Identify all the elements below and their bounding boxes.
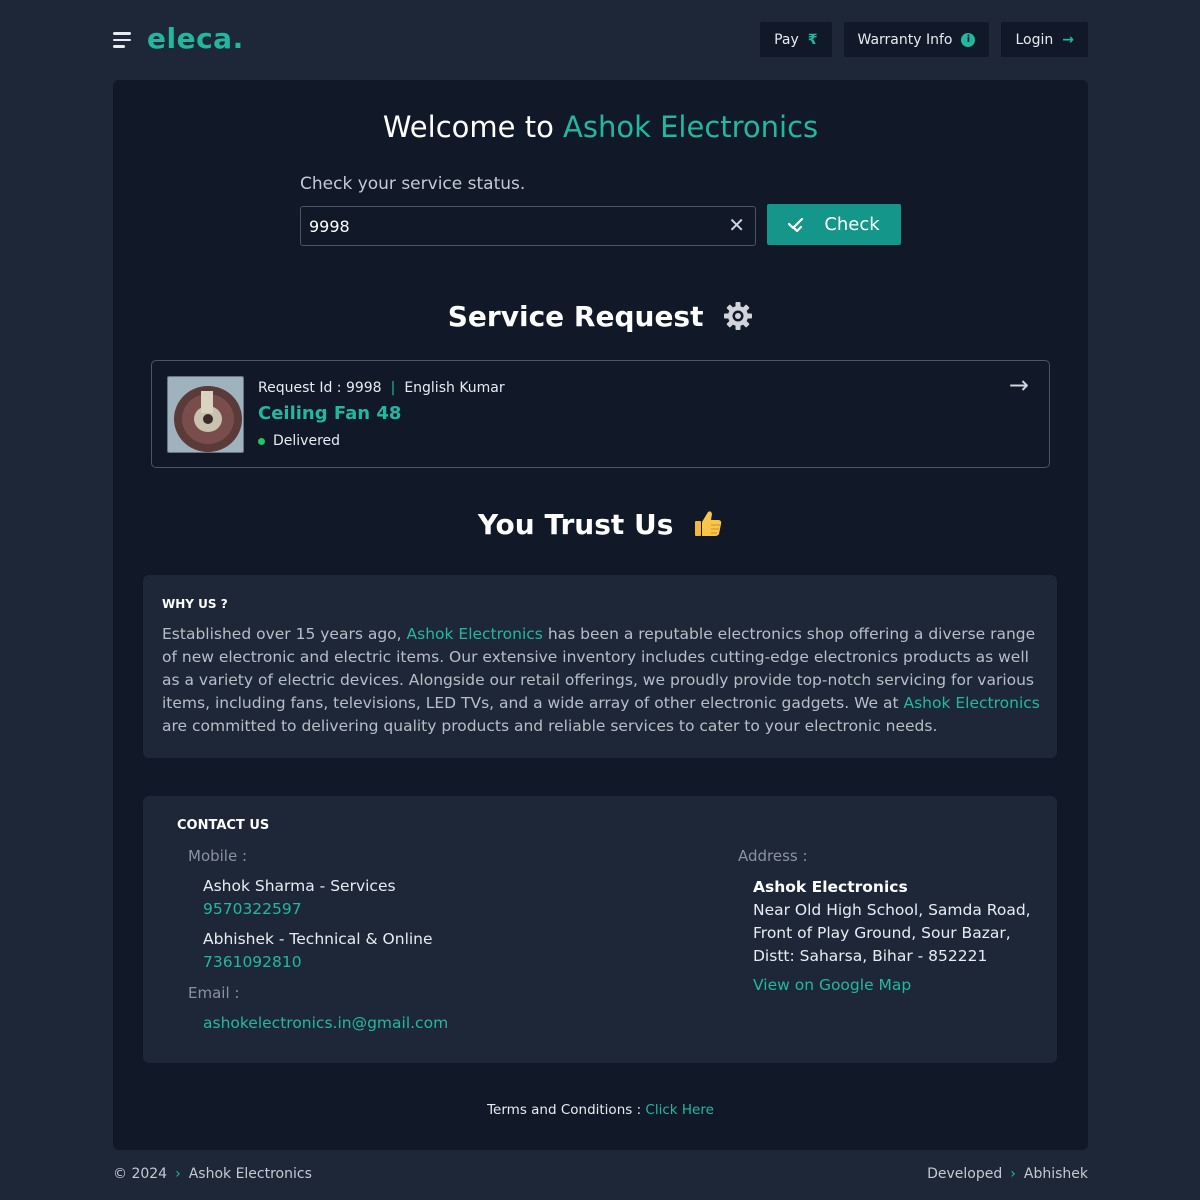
address-label: Address : [738,847,808,865]
clear-icon[interactable]: ✕ [728,215,745,235]
email-label: Email : [188,984,240,1002]
request-id: Request Id : 9998 [258,380,382,396]
request-id-field[interactable]: ✕ [300,206,756,246]
rupee-icon: ₹ [807,31,818,48]
hamburger-menu-icon[interactable] [113,32,131,48]
arrow-right-icon[interactable]: → [1009,371,1029,399]
status-dot [258,437,265,445]
mobile-label: Mobile : [188,847,248,865]
status-text: Delivered [273,433,341,449]
developer-name: Abhishek [1023,1166,1088,1182]
service-request-card[interactable]: Request Id : 9998 | English Kumar Ceiling … [151,360,1050,468]
footer-company: Ashok Electronics [188,1166,312,1182]
why-us-heading: WHY US ? [162,597,228,611]
gear-icon [724,302,753,330]
address-name: Ashok Electronics [753,878,908,896]
check-button-label: Check [824,214,880,235]
brand-mention: Ashok Electronics [903,694,1040,712]
email-link[interactable]: ashokelectronics.in@gmail.com [203,1014,448,1032]
developer-credit: Developed › Abhishek [927,1166,1088,1182]
thumbs-up-icon [695,511,722,536]
copyright-year: © 2024 [113,1166,168,1182]
check-button[interactable]: Check [767,204,901,245]
top-nav: Pay ₹ Warranty Info i Login → [760,22,1088,57]
contact-heading: CONTACT US [177,818,270,833]
google-map-link[interactable]: View on Google Map [753,976,911,994]
info-icon: i [961,32,976,47]
why-us-text: Established over 15 years ago, Ashok Ele… [162,625,1040,735]
address-block: Ashok Electronics Near Old High School, … [753,878,1031,965]
double-check-icon [788,217,804,232]
top-bar: eleca. Pay ₹ Warranty Info i Login → [113,22,1088,58]
customer-name: English Kumar [404,380,505,396]
main-panel: Welcome to Ashok Electronics Check your … [113,80,1088,1150]
welcome-heading: Welcome to Ashok Electronics [382,110,819,144]
pay-button[interactable]: Pay ₹ [760,22,832,57]
logo[interactable]: eleca. [147,22,244,55]
warranty-info-button[interactable]: Warranty Info i [843,22,990,57]
footer: © 2024 › Ashok Electronics Developed › Abhis… [113,1166,1088,1182]
service-request-heading: Service Request [113,300,1088,333]
chevron-right-icon: › [1010,1166,1016,1182]
contact-name: Abhishek - Technical & Online [203,930,433,948]
chevron-right-icon: › [175,1166,181,1182]
contact-name: Ashok Sharma - Services [203,877,396,895]
status-badge: Delivered [258,433,340,449]
contact-section: CONTACT US Mobile : Ashok Sharma - Servi… [143,796,1057,1063]
brand-mention: Ashok Electronics [406,625,543,643]
terms-line: Terms and Conditions : Click Here [113,1102,1088,1118]
phone-link[interactable]: 9570322597 [203,900,302,918]
login-button[interactable]: Login → [1001,22,1088,57]
warranty-info-label: Warranty Info [857,31,953,48]
phone-link[interactable]: 7361092810 [203,953,302,971]
brand-name: Ashok Electronics [563,110,819,144]
product-name: Ceiling Fan 48 [258,403,402,424]
login-label: Login [1015,31,1054,48]
request-id-input[interactable] [301,207,701,245]
terms-label: Terms and Conditions : [487,1102,642,1118]
terms-link[interactable]: Click Here [645,1102,713,1118]
why-us-section: WHY US ? Established over 15 years ago, … [143,575,1057,758]
arrow-right-icon: → [1062,31,1074,48]
trust-heading: You Trust Us [113,508,1088,541]
product-thumbnail [167,376,244,453]
request-meta: Request Id : 9998 | English Kumar [258,380,505,396]
status-check-label: Check your service status. [300,174,526,194]
pay-label: Pay [774,31,799,48]
